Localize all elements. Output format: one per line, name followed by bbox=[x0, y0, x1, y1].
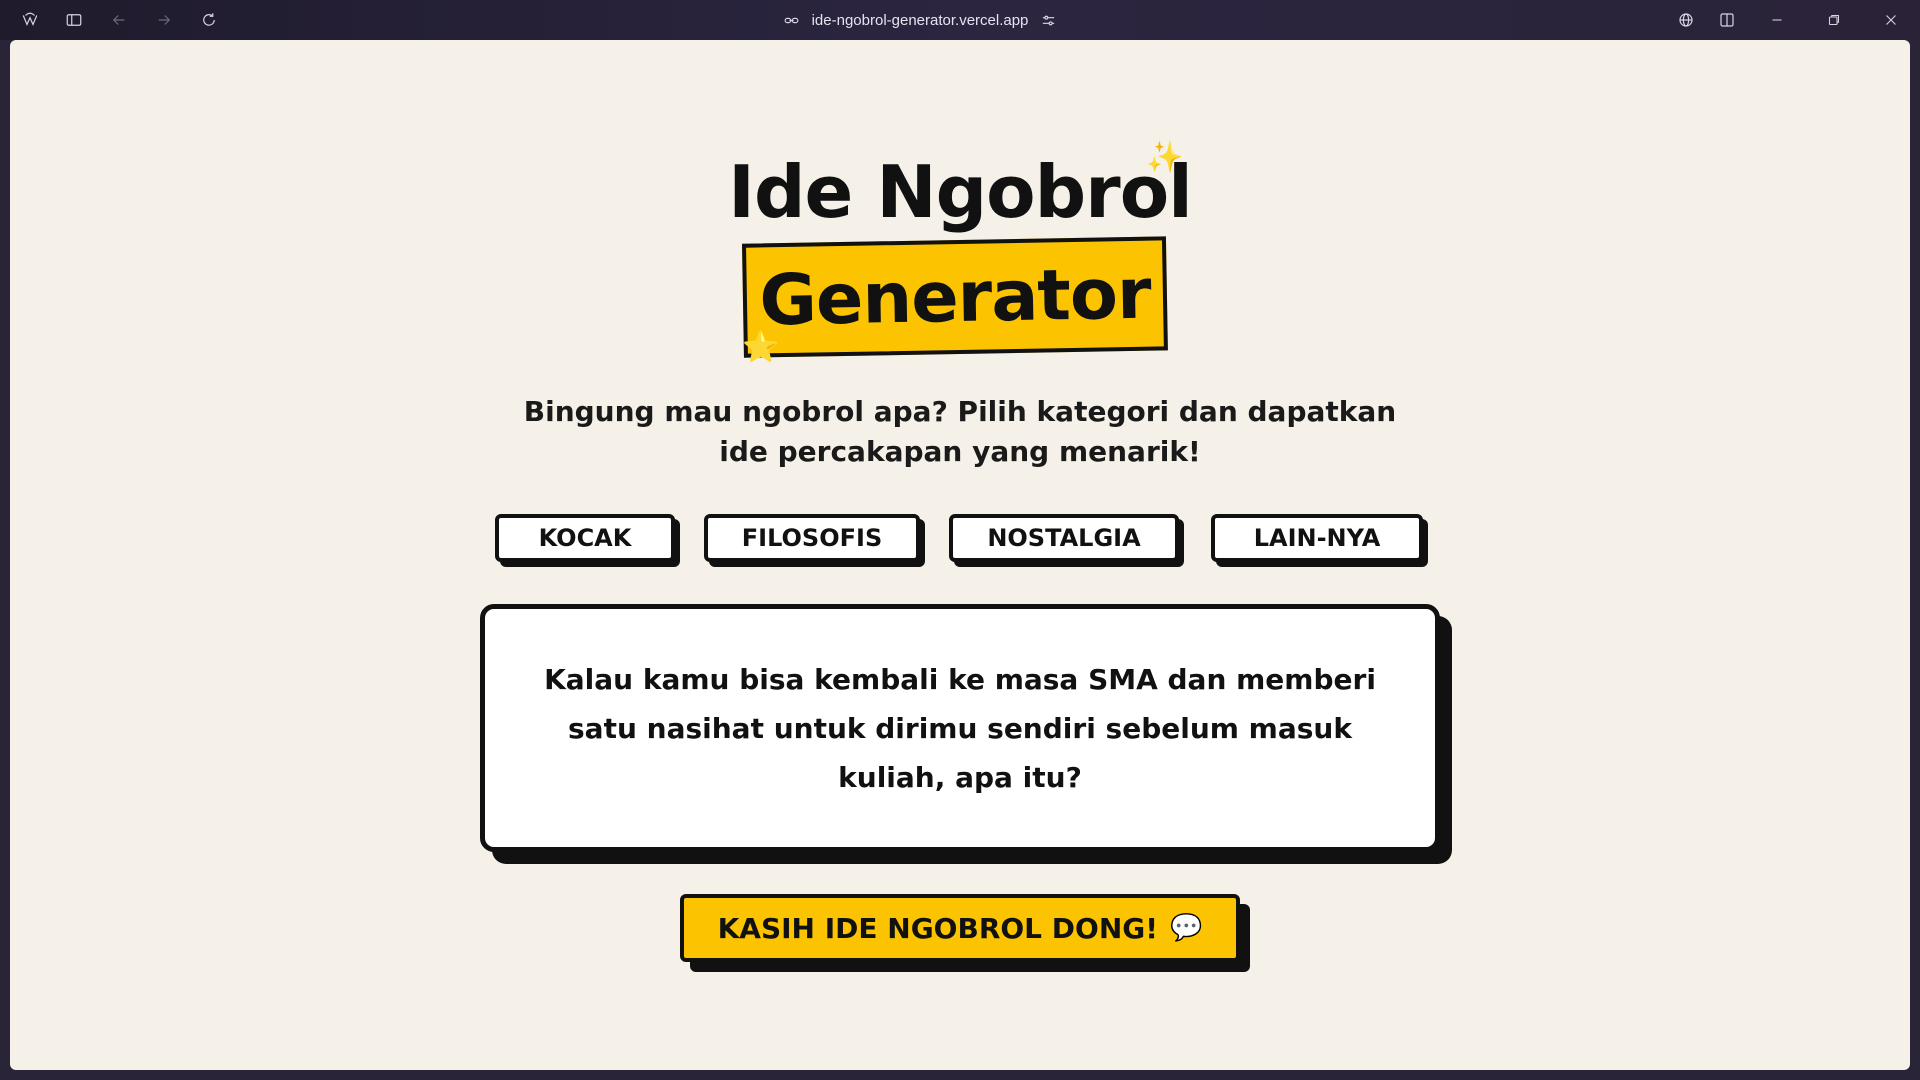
category-button-nostalgia[interactable]: NOSTALGIA bbox=[949, 514, 1179, 562]
category-button-kocak[interactable]: KOCAK bbox=[495, 514, 675, 562]
subtitle-line-2: ide percakapan yang menarik! bbox=[719, 435, 1201, 468]
category-button-lain-nya[interactable]: LAIN-NYA bbox=[1211, 514, 1423, 562]
page-title: Ide Ngobrol bbox=[728, 150, 1193, 234]
generate-idea-button[interactable]: KASIH IDE NGOBROL DONG! 💬 bbox=[680, 894, 1240, 962]
globe-icon[interactable] bbox=[1674, 8, 1698, 32]
star-icon: ⭐ bbox=[742, 330, 780, 365]
back-arrow-icon[interactable] bbox=[107, 8, 131, 32]
minimize-icon[interactable] bbox=[1765, 8, 1789, 32]
restore-icon[interactable] bbox=[1822, 8, 1846, 32]
main-content: Ide Ngobrol ✨ Generator ⭐ Bingung mau ng… bbox=[10, 40, 1910, 1070]
page-subtitle: Bingung mau ngobrol apa? Pilih kategori … bbox=[510, 392, 1410, 472]
url-text: ide-ngobrol-generator.vercel.app bbox=[811, 11, 1029, 29]
browser-logo-icon[interactable] bbox=[18, 8, 42, 32]
idea-text: Kalau kamu bisa kembali ke masa SMA dan … bbox=[544, 662, 1376, 794]
sparkle-icon: ✨ bbox=[1146, 140, 1184, 175]
address-bar[interactable]: ide-ngobrol-generator.vercel.app bbox=[760, 6, 1080, 34]
generate-idea-label: KASIH IDE NGOBROL DONG! bbox=[717, 911, 1159, 945]
page-title-generator: Generator bbox=[741, 236, 1168, 358]
idea-card: Kalau kamu bisa kembali ke masa SMA dan … bbox=[480, 604, 1440, 852]
speech-bubble-icon: 💬 bbox=[1170, 913, 1203, 943]
subtitle-line-1: Bingung mau ngobrol apa? Pilih kategori … bbox=[523, 395, 1397, 428]
browser-toolbar: ide-ngobrol-generator.vercel.app bbox=[0, 0, 1920, 40]
category-button-filosofis[interactable]: FILOSOFIS bbox=[704, 514, 920, 562]
site-settings-icon[interactable] bbox=[1040, 12, 1057, 29]
reload-icon[interactable] bbox=[197, 8, 221, 32]
page-viewport: Ide Ngobrol ✨ Generator ⭐ Bingung mau ng… bbox=[10, 40, 1910, 1070]
title-highlight-box: Generator bbox=[741, 236, 1174, 363]
forward-arrow-icon[interactable] bbox=[152, 8, 176, 32]
link-icon bbox=[784, 17, 799, 23]
close-icon[interactable] bbox=[1879, 8, 1903, 32]
sidebar-toggle-icon[interactable] bbox=[62, 8, 86, 32]
split-view-icon[interactable] bbox=[1715, 8, 1739, 32]
